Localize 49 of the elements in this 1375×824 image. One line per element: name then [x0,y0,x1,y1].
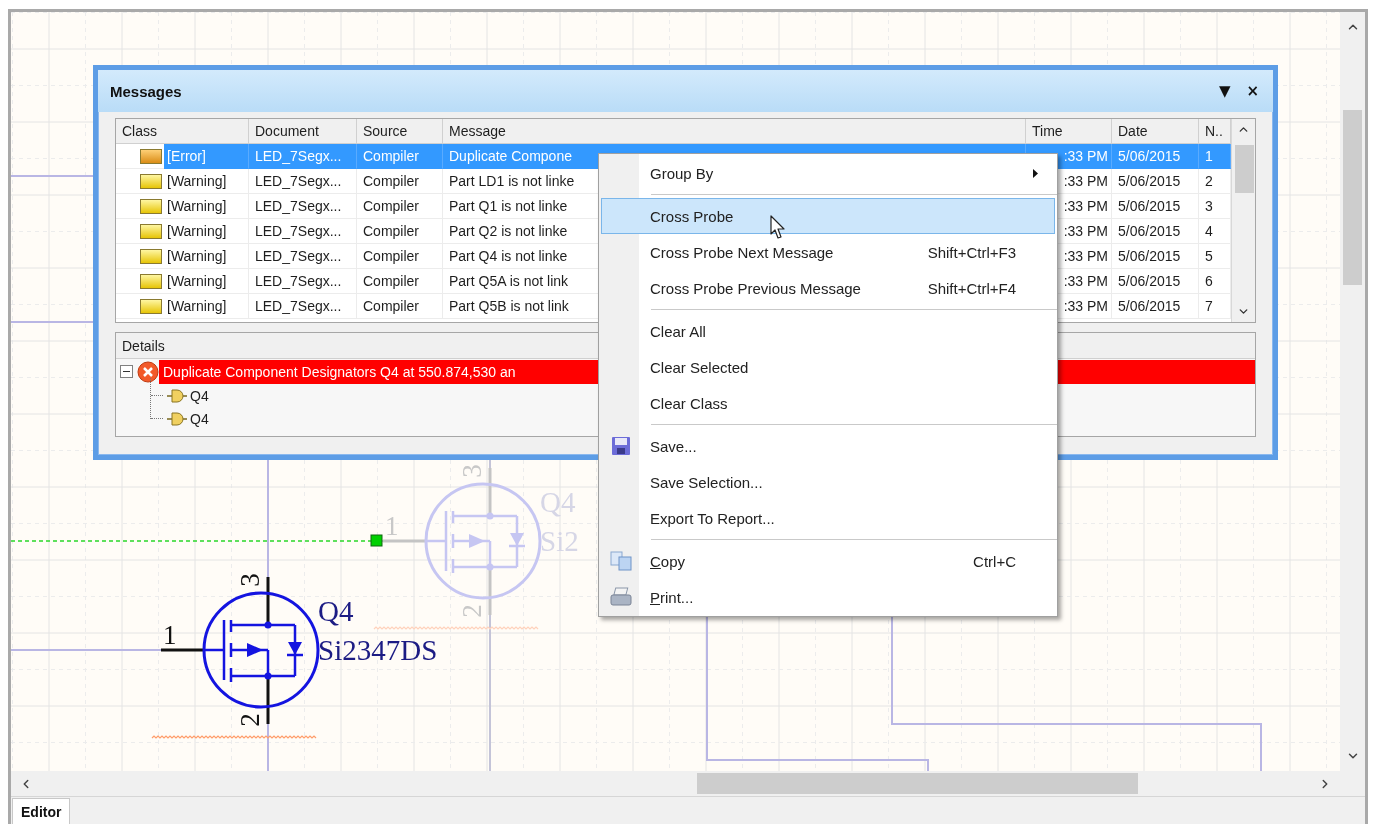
column-header[interactable]: Date [1112,119,1199,144]
message-class-icon [140,223,162,239]
close-button[interactable]: × [1242,83,1263,99]
menu-item[interactable]: Cross Probe [601,198,1055,234]
menu-item[interactable]: Save... [601,428,1055,464]
menu-item[interactable]: Save Selection... [601,464,1055,500]
mouse-pointer-icon [770,215,787,240]
column-header[interactable]: Document [249,119,357,144]
component-label: Q4 [190,387,209,404]
part-value-label: Si2347DS [318,634,438,666]
table-cell: [Warning] [164,294,249,319]
component-label: Q4 [190,410,209,427]
pin-number: 3 [235,573,265,587]
table-cell: Compiler [357,294,443,319]
message-class-icon [140,248,162,264]
message-class-icon [140,273,162,289]
column-header[interactable]: Time [1026,119,1112,144]
menu-item[interactable]: Export To Report... [601,500,1055,536]
message-class-icon [140,148,162,164]
panel-menu-button[interactable]: ▼ [1214,83,1235,99]
message-class-icon [140,198,162,214]
scrollbar-thumb[interactable] [1235,145,1254,193]
designator-label: Q4 [318,595,354,627]
scrollbar-thumb[interactable] [1343,110,1362,285]
component-icon [167,388,187,403]
message-class-icon [140,173,162,189]
error-icon [137,360,159,383]
connection-marker [370,534,383,547]
pin-number: 1 [163,620,177,650]
panel-title: Messages [110,82,183,100]
menu-item[interactable]: Clear Class [601,385,1055,421]
collapse-icon[interactable] [120,365,133,378]
table-scrollbar[interactable] [1231,119,1255,322]
column-header[interactable]: Message [443,119,1026,144]
editor-tab[interactable]: Editor [12,798,71,824]
component-icon [167,411,187,426]
menu-item[interactable]: Copy Ctrl+C [601,543,1055,579]
submenu-arrow-icon [1032,168,1038,178]
copy-icon [610,551,632,571]
menu-item[interactable]: Print... [601,579,1055,615]
table-cell: 5/06/2015 [1112,294,1199,319]
column-header[interactable]: Source [357,119,443,144]
pin-number: 2 [235,713,265,727]
column-header[interactable]: N.. [1199,119,1231,144]
message-class-icon [140,298,162,314]
printer-icon [610,587,632,607]
table-cell: LED_7Segx... [249,294,357,319]
scrollbar-thumb[interactable] [697,773,1138,794]
column-header[interactable]: Class [116,119,249,144]
